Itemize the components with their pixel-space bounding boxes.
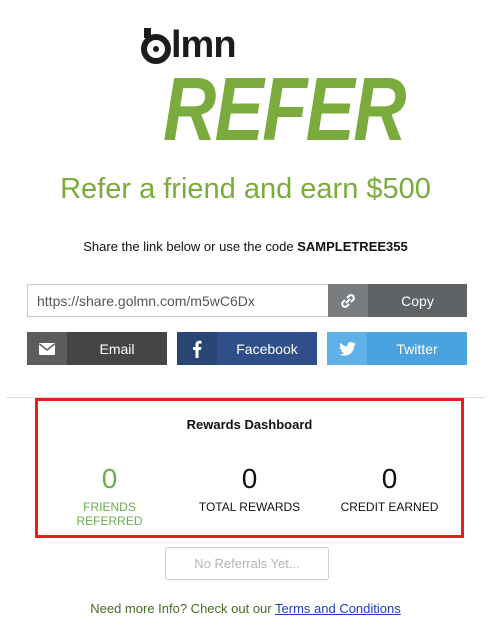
email-share-button[interactable]: Email bbox=[27, 332, 167, 365]
share-instructions: Share the link below or use the code SAM… bbox=[0, 239, 491, 254]
friends-referred-count: 0 bbox=[101, 463, 118, 494]
share-link-input[interactable] bbox=[27, 284, 328, 317]
stat-total-rewards: 0 TOTAL REWARDS bbox=[178, 463, 321, 514]
friends-referred-label: FRIENDS REFERRED bbox=[76, 500, 143, 528]
refer-title: REFER bbox=[163, 60, 407, 160]
envelope-icon bbox=[27, 332, 67, 365]
credit-earned-label: CREDIT EARNED bbox=[340, 500, 439, 514]
facebook-share-button[interactable]: Facebook bbox=[177, 332, 317, 365]
total-rewards-count: 0 bbox=[241, 463, 258, 494]
logo-text: lmn bbox=[171, 24, 237, 66]
twitter-icon bbox=[327, 332, 367, 365]
no-referrals-button[interactable]: No Referrals Yet... bbox=[165, 547, 329, 580]
footer-info: Need more Info? Check out our Terms and … bbox=[0, 601, 491, 616]
logo-wordmark: lmn bbox=[141, 24, 237, 66]
golmn-g-icon bbox=[141, 26, 171, 64]
page-headline: Refer a friend and earn $500 bbox=[60, 173, 431, 205]
email-share-label: Email bbox=[99, 340, 135, 357]
footer-text: Need more Info? Check out our bbox=[90, 601, 272, 616]
link-icon bbox=[328, 284, 368, 317]
terms-link[interactable]: Terms and Conditions bbox=[275, 601, 401, 616]
share-prefix: Share the link below or use the code bbox=[83, 239, 294, 254]
social-share-row: Email Facebook Twitter bbox=[27, 332, 467, 365]
referral-code: SAMPLETREE355 bbox=[297, 239, 408, 254]
rewards-dashboard: Rewards Dashboard 0 FRIENDS REFERRED 0 T… bbox=[35, 398, 464, 538]
share-link-row: Copy bbox=[27, 284, 467, 317]
stat-friends-referred: 0 FRIENDS REFERRED bbox=[38, 463, 181, 528]
credit-earned-count: 0 bbox=[381, 463, 398, 494]
copy-button-label: Copy bbox=[401, 292, 434, 309]
facebook-share-label: Facebook bbox=[236, 340, 298, 357]
copy-button[interactable]: Copy bbox=[328, 284, 467, 317]
facebook-icon bbox=[177, 332, 217, 365]
stat-credit-earned: 0 CREDIT EARNED bbox=[318, 463, 461, 514]
twitter-share-button[interactable]: Twitter bbox=[327, 332, 467, 365]
twitter-share-label: Twitter bbox=[396, 340, 438, 357]
golmn-refer-logo: lmn REFER bbox=[141, 24, 407, 156]
total-rewards-label: TOTAL REWARDS bbox=[198, 500, 301, 514]
rewards-dashboard-title: Rewards Dashboard bbox=[186, 417, 313, 432]
